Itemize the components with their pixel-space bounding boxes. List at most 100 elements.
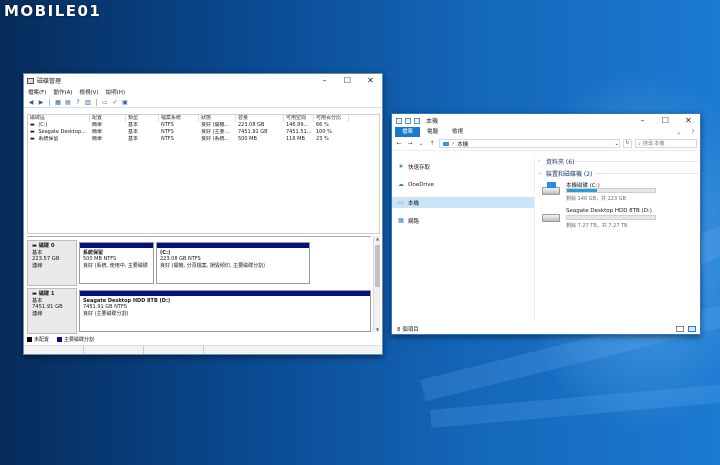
disk-row: ▬ 磁碟 0 基本 223.57 GB 連線 系統保留 500 MB NTFS …: [27, 240, 371, 286]
chevron-down-icon[interactable]: ⌄: [672, 129, 686, 136]
col-layout[interactable]: 配置: [90, 115, 126, 122]
navigation-pane: ★ 快速存取 ☁ OneDrive ▭ 本機 ▦ 網路: [392, 154, 535, 322]
nav-item-onedrive[interactable]: ☁ OneDrive: [392, 179, 534, 190]
connect-disk-icon[interactable]: ▭: [101, 99, 109, 106]
drive-usage-bar: [566, 188, 656, 193]
table-cell: 基本: [128, 122, 139, 128]
table-cell: NTFS: [161, 129, 174, 135]
forward-arrow-icon[interactable]: →: [406, 140, 414, 147]
chevron-down-icon: ⌄: [538, 170, 543, 176]
drive-name: Seagate Desktop HDD 8TB (D:): [566, 208, 652, 214]
drive-item-d[interactable]: Seagate Desktop HDD 8TB (D:) 剩餘 7.27 TB，…: [542, 208, 698, 232]
disk-name: 磁碟 1: [38, 291, 55, 297]
disk-layout-pane: ▬ 磁碟 0 基本 223.57 GB 連線 系統保留 500 MB NTFS …: [27, 236, 371, 334]
col-status[interactable]: 狀態: [199, 115, 236, 122]
title-bar[interactable]: 本機 – ☐ ✕: [392, 114, 700, 127]
maximize-button[interactable]: ☐: [336, 74, 359, 87]
vertical-scrollbar[interactable]: ▲ ▼: [373, 236, 380, 332]
computer-icon: ▭: [398, 198, 404, 206]
help-icon[interactable]: ?: [686, 129, 700, 136]
search-input[interactable]: ⌕ 搜尋 本機: [635, 139, 697, 148]
menu-file[interactable]: 檔案(F): [28, 88, 46, 96]
col-free-percent[interactable]: 可用百分比: [314, 115, 349, 122]
table-row[interactable]: ▬ 系統保留 簡單 基本 NTFS 良好 (系統... 500 MB 116 M…: [28, 136, 379, 143]
up-arrow-icon[interactable]: ↑: [428, 140, 436, 147]
volume-name: ▬ 系統保留: [30, 136, 59, 142]
large-icons-view-icon[interactable]: [688, 325, 696, 332]
nav-item-this-pc[interactable]: ▭ 本機: [392, 197, 534, 208]
table-cell: 良好 (開機...: [201, 122, 230, 128]
nav-item-quick-access[interactable]: ★ 快速存取: [392, 161, 534, 172]
tab-view[interactable]: 檢視: [445, 127, 470, 137]
table-cell: 66 %: [316, 122, 329, 128]
table-row[interactable]: ▬ (C:) 簡單 基本 NTFS 良好 (開機... 223.08 GB 14…: [28, 122, 379, 129]
table-cell: 100 %: [316, 129, 332, 135]
properties-quick-icon[interactable]: [405, 117, 411, 124]
legend-item-unallocated: 未配置: [27, 336, 49, 343]
group-header-folders[interactable]: › 資料夾 (6): [538, 156, 698, 166]
new-folder-quick-icon[interactable]: [414, 117, 420, 124]
scroll-thumb[interactable]: [375, 245, 380, 287]
status-segment: [24, 346, 84, 354]
scroll-down-icon[interactable]: ▼: [374, 327, 381, 332]
disk-properties-icon[interactable]: ▣: [121, 99, 129, 106]
minimize-button[interactable]: –: [313, 74, 336, 87]
ribbon-tabs: 檔案 電腦 檢視 ⌄ ?: [392, 127, 700, 137]
refresh-icon[interactable]: ↻: [623, 139, 632, 148]
col-volume[interactable]: 磁碟區: [28, 115, 90, 122]
help-icon[interactable]: ?: [74, 99, 82, 106]
col-type[interactable]: 類型: [126, 115, 159, 122]
table-cell: 簡單: [92, 129, 103, 135]
table-cell: 基本: [128, 136, 139, 142]
menu-action[interactable]: 動作(A): [53, 88, 72, 96]
drive-item-c[interactable]: 本機磁碟 (C:) 剩餘 146 GB，共 223 GB: [542, 181, 698, 205]
volume-list: 磁碟區 配置 類型 檔案系統 狀態 容量 可用空間 可用百分比 ▬ (C:) 簡…: [27, 114, 380, 234]
table-cell: 7451.51...: [286, 129, 312, 135]
tab-computer[interactable]: 電腦: [420, 127, 445, 137]
group-header-devices[interactable]: ⌄ 裝置和磁碟機 (2): [538, 168, 698, 178]
forward-arrow-icon[interactable]: ▶: [37, 99, 45, 106]
toolbar-separator: [49, 98, 50, 106]
maximize-button[interactable]: ☐: [654, 114, 677, 127]
partition-status: 良好 (開機, 分頁檔案, 損毀傾印, 主要磁碟分割): [160, 262, 266, 269]
close-button[interactable]: ✕: [677, 114, 700, 127]
col-free-space[interactable]: 可用空間: [284, 115, 314, 122]
disk-status: 連線: [32, 310, 43, 317]
col-filesystem[interactable]: 檔案系統: [159, 115, 199, 122]
menu-help[interactable]: 說明(H): [106, 88, 125, 96]
minimize-button[interactable]: –: [631, 114, 654, 127]
chevron-down-icon[interactable]: ⌄: [614, 141, 619, 147]
table-cell: 223.08 GB: [238, 122, 265, 128]
volume-list-header: 磁碟區 配置 類型 檔案系統 狀態 容量 可用空間 可用百分比: [28, 115, 379, 122]
disk-label[interactable]: ▬ 磁碟 0 基本 223.57 GB 連線: [27, 240, 77, 286]
chevron-right-icon: ›: [538, 158, 540, 164]
back-arrow-icon[interactable]: ◀: [27, 99, 35, 106]
console-tree-icon[interactable]: ▦: [54, 99, 62, 106]
disk-label[interactable]: ▬ 磁碟 1 基本 7451.91 GB 連線: [27, 288, 77, 334]
back-arrow-icon[interactable]: ←: [395, 140, 403, 147]
check-icon[interactable]: ✓: [111, 99, 119, 106]
drive-usage-bar: [566, 215, 656, 220]
partition-d-drive[interactable]: Seagate Desktop HDD 8TB (D:) 7451.91 GB …: [79, 290, 371, 332]
col-capacity[interactable]: 容量: [236, 115, 284, 122]
drive-usage-fill: [567, 189, 597, 192]
recent-locations-icon[interactable]: ⌄: [417, 140, 425, 147]
tab-file[interactable]: 檔案: [395, 127, 421, 137]
details-view-icon[interactable]: [676, 325, 684, 332]
table-row[interactable]: ▬ Seagate Desktop... 簡單 基本 NTFS 良好 (主要..…: [28, 129, 379, 136]
toolbar: ◀ ▶ ▦ ▤ ? ▥ ▭ ✓ ▣: [24, 97, 382, 108]
scroll-up-icon[interactable]: ▲: [374, 236, 381, 241]
properties-icon[interactable]: ▤: [64, 99, 72, 106]
address-bar[interactable]: › 本機 ⌄: [439, 139, 620, 148]
table-cell: 146.99...: [286, 122, 309, 128]
partition-system-reserved[interactable]: 系統保留 500 MB NTFS 良好 (系統, 使用中, 主要磁碟: [79, 242, 154, 284]
partition-c-drive[interactable]: (C:) 223.08 GB NTFS 良好 (開機, 分頁檔案, 損毀傾印, …: [156, 242, 310, 284]
menu-view[interactable]: 檢視(V): [80, 88, 99, 96]
close-button[interactable]: ✕: [359, 74, 382, 87]
menu-bar: 檔案(F) 動作(A) 檢視(V) 說明(H): [24, 87, 382, 97]
nav-item-network[interactable]: ▦ 網路: [392, 215, 534, 226]
network-icon: ▦: [398, 216, 404, 224]
disk-management-icon: [27, 77, 34, 84]
list-view-icon[interactable]: ▥: [84, 99, 92, 106]
title-bar[interactable]: 磁碟管理 – ☐ ✕: [24, 74, 382, 87]
